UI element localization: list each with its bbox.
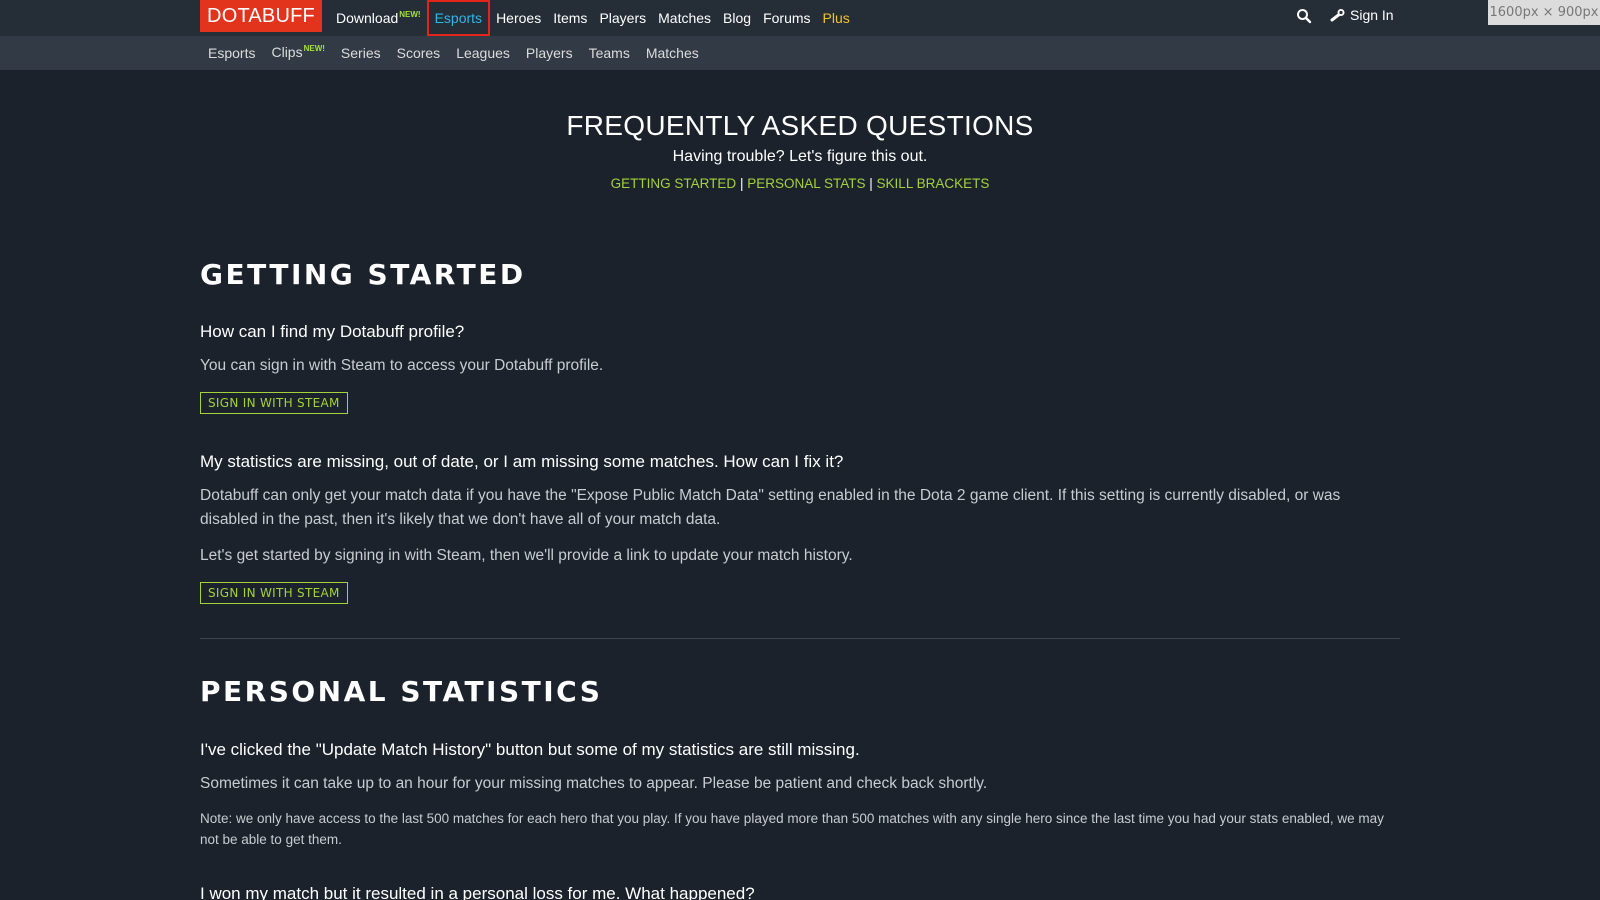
link-personal-stats[interactable]: PERSONAL STATS bbox=[747, 176, 865, 191]
subnav-clips[interactable]: ClipsNEW! bbox=[263, 35, 332, 72]
subnav-series[interactable]: Series bbox=[333, 36, 389, 70]
page-title: FREQUENTLY ASKED QUESTIONS bbox=[566, 110, 1034, 141]
section-title-personal-statistics: PERSONAL STATISTICS bbox=[200, 675, 603, 708]
main-nav: DownloadNEW! Esports Heroes Items Player… bbox=[330, 0, 856, 36]
faq-answer: You can sign in with Steam to access you… bbox=[200, 357, 604, 374]
subnav-matches[interactable]: Matches bbox=[638, 36, 707, 70]
dotabuff-logo[interactable]: DOTABUFF bbox=[200, 0, 322, 32]
subnav-scores[interactable]: Scores bbox=[389, 36, 449, 70]
nav-forums[interactable]: Forums bbox=[757, 0, 816, 36]
viewport-size-tag: 1600px × 900px bbox=[1488, 0, 1600, 25]
faq-answer: Let's get started by signing in with Ste… bbox=[200, 547, 853, 564]
subnav-leagues[interactable]: Leagues bbox=[448, 36, 518, 70]
nav-players[interactable]: Players bbox=[593, 0, 652, 36]
new-badge: NEW! bbox=[303, 43, 325, 53]
faq-answer: Sometimes it can take up to an hour for … bbox=[200, 775, 988, 792]
faq-question: I won my match but it resulted in a pers… bbox=[200, 884, 755, 900]
subnav-teams[interactable]: Teams bbox=[581, 36, 638, 70]
section-title-getting-started: GETTING STARTED bbox=[200, 258, 526, 291]
new-badge: NEW! bbox=[399, 10, 421, 19]
faq-question: I've clicked the "Update Match History" … bbox=[200, 740, 860, 759]
nav-download[interactable]: DownloadNEW! bbox=[330, 0, 427, 36]
search-icon[interactable] bbox=[1296, 8, 1312, 24]
faq-question: My statistics are missing, out of date, … bbox=[200, 452, 844, 471]
nav-esports[interactable]: Esports bbox=[426, 0, 491, 36]
nav-heroes[interactable]: Heroes bbox=[490, 0, 547, 36]
nav-matches[interactable]: Matches bbox=[652, 0, 717, 36]
faq-answer: Dotabuff can only get your match data if… bbox=[200, 487, 1341, 528]
sign-in-label: Sign In bbox=[1350, 7, 1394, 23]
faq-note: Note: we only have access to the last 50… bbox=[200, 811, 1384, 847]
esports-subnav: Esports ClipsNEW! Series Scores Leagues … bbox=[200, 36, 707, 70]
faq-question: How can I find my Dotabuff profile? bbox=[200, 322, 465, 341]
link-separator: | bbox=[869, 176, 873, 191]
faq-header: FREQUENTLY ASKED QUESTIONS Having troubl… bbox=[0, 110, 1600, 191]
link-getting-started[interactable]: GETTING STARTED bbox=[611, 176, 737, 191]
nav-blog[interactable]: Blog bbox=[717, 0, 757, 36]
link-separator: | bbox=[739, 176, 744, 191]
nav-items[interactable]: Items bbox=[547, 0, 593, 36]
subnav-players[interactable]: Players bbox=[518, 36, 581, 70]
sign-in-steam-button[interactable]: SIGN IN WITH STEAM bbox=[200, 392, 348, 414]
sign-in-steam-button[interactable]: SIGN IN WITH STEAM bbox=[200, 582, 348, 604]
sign-in-link[interactable]: Sign In bbox=[1330, 0, 1394, 30]
faq-section-links: GETTING STARTED | PERSONAL STATS | SKILL… bbox=[0, 176, 1600, 191]
page-subtitle: Having trouble? Let's figure this out. bbox=[672, 148, 928, 165]
link-skill-brackets[interactable]: SKILL BRACKETS bbox=[877, 176, 990, 191]
nav-plus[interactable]: Plus bbox=[817, 0, 856, 36]
steam-icon bbox=[1330, 9, 1345, 22]
section-divider bbox=[200, 638, 1400, 639]
subnav-esports[interactable]: Esports bbox=[200, 36, 263, 70]
